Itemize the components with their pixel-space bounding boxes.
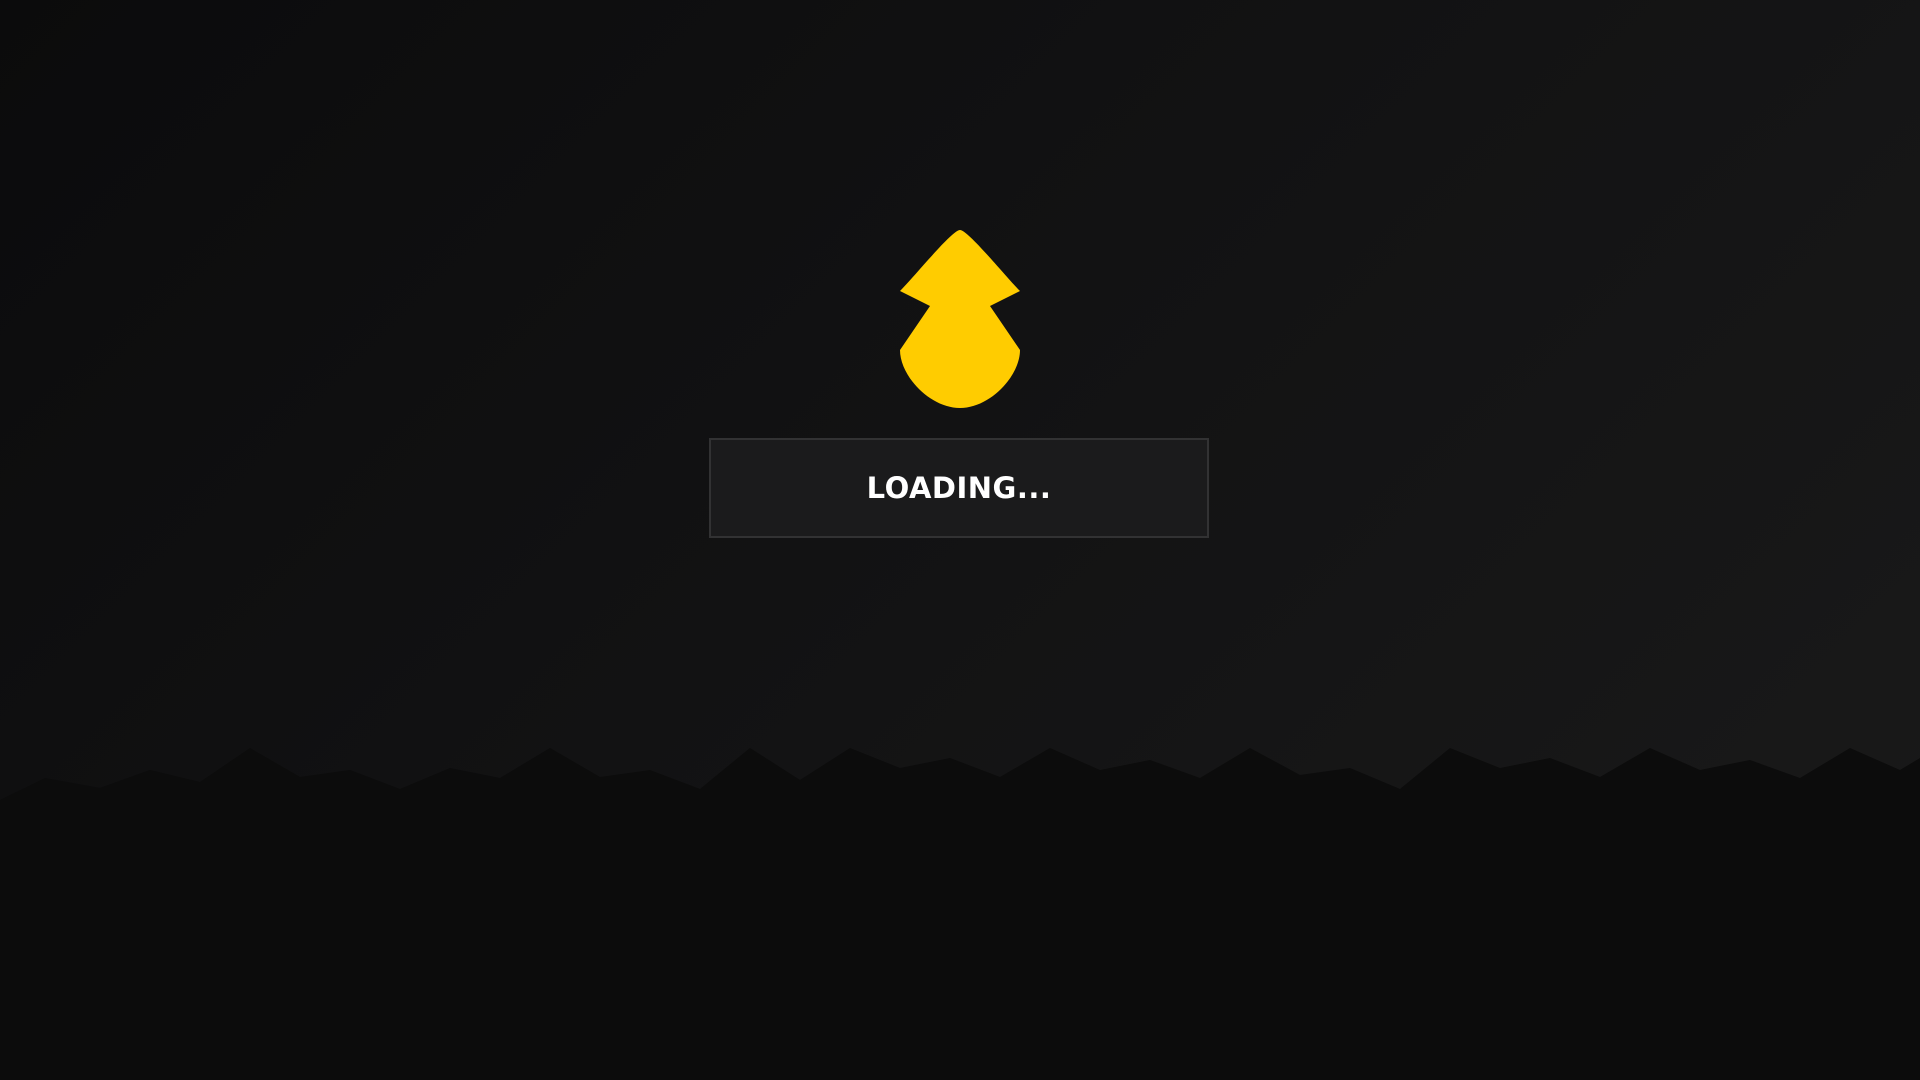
loading-label: LOADING... <box>866 471 1052 505</box>
jagged-ground-silhouette <box>0 748 1920 1080</box>
squid-logo-shape <box>900 230 1020 408</box>
squid-logo-icon <box>900 230 1020 408</box>
loading-screen: LOADING... <box>0 0 1920 1080</box>
loading-panel: LOADING... <box>709 438 1209 538</box>
